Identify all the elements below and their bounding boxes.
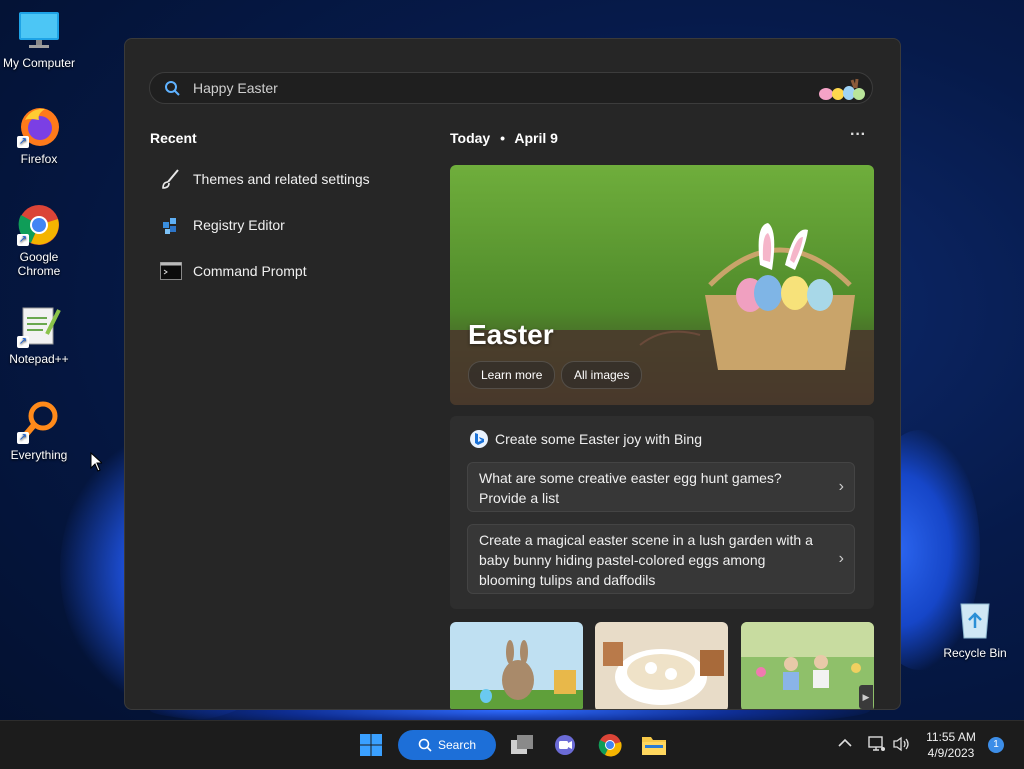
scroll-right-button[interactable]: ▶ bbox=[859, 685, 873, 709]
recent-item-themes[interactable]: Themes and related settings bbox=[159, 165, 409, 193]
recent-item-command-prompt[interactable]: Command Prompt bbox=[159, 257, 409, 285]
hero-title: Easter bbox=[468, 319, 554, 350]
brush-icon bbox=[159, 168, 183, 190]
taskbar: Search 11:55 AM 4/9/2023 1 bbox=[0, 720, 1024, 769]
desktop-icon-label: Google Chrome bbox=[17, 250, 61, 278]
bing-heading-text: Create some Easter joy with Bing bbox=[495, 431, 702, 447]
cmd-icon bbox=[159, 260, 183, 282]
chevron-up-icon bbox=[838, 738, 852, 747]
shortcut-arrow-icon: ↗ bbox=[17, 136, 29, 148]
desktop-icon-firefox[interactable]: ↗ Firefox bbox=[0, 104, 78, 166]
task-view-icon bbox=[511, 735, 533, 754]
bing-prompt-1[interactable]: What are some creative easter egg hunt g… bbox=[467, 462, 855, 512]
search-icon bbox=[165, 81, 180, 96]
today-header: Today • April 9 bbox=[450, 130, 558, 146]
file-explorer-button[interactable] bbox=[638, 729, 670, 761]
monitor-icon bbox=[17, 8, 61, 52]
search-icon bbox=[418, 738, 432, 752]
bing-logo-icon bbox=[470, 430, 488, 448]
bing-heading: Create some Easter joy with Bing bbox=[470, 430, 702, 448]
search-input[interactable]: Happy Easter bbox=[149, 72, 873, 104]
today-separator: • bbox=[500, 130, 505, 146]
chat-icon bbox=[555, 735, 575, 755]
desktop-icon-label: Notepad++ bbox=[9, 352, 69, 366]
taskbar-search-button[interactable]: Search bbox=[398, 730, 496, 760]
all-images-button[interactable]: All images bbox=[561, 361, 643, 389]
task-view-button[interactable] bbox=[506, 729, 538, 761]
desktop-icon-notepadpp[interactable]: ↗ Notepad++ bbox=[0, 304, 78, 366]
kids-garden-image bbox=[741, 622, 874, 709]
chevron-right-icon: › bbox=[838, 478, 844, 495]
taskbar-search-label: Search bbox=[437, 738, 477, 752]
start-button[interactable] bbox=[355, 729, 387, 761]
search-value: Happy Easter bbox=[193, 80, 278, 96]
easter-hero-card[interactable]: Easter Learn more All images bbox=[450, 165, 874, 405]
chevron-right-icon: › bbox=[838, 550, 844, 567]
speaker-icon bbox=[893, 736, 909, 752]
recent-item-registry-editor[interactable]: Registry Editor bbox=[159, 211, 409, 239]
registry-icon bbox=[159, 214, 183, 236]
desktop-icon-label: Firefox bbox=[20, 152, 58, 166]
teams-chat-button[interactable] bbox=[549, 729, 581, 761]
recent-item-label: Themes and related settings bbox=[193, 171, 370, 187]
bing-prompt-2[interactable]: Create a magical easter scene in a lush … bbox=[467, 524, 855, 594]
desktop-icon-label: Recycle Bin bbox=[943, 646, 1007, 660]
folder-icon bbox=[642, 737, 666, 755]
show-hidden-icons-button[interactable] bbox=[838, 735, 852, 751]
chrome-icon bbox=[598, 734, 622, 757]
network-icon bbox=[868, 736, 885, 751]
today-date: April 9 bbox=[514, 130, 558, 146]
clock-date: 4/9/2023 bbox=[927, 746, 975, 760]
search-panel: Happy Easter Recent Themes and related s… bbox=[124, 38, 901, 710]
recent-heading: Recent bbox=[150, 130, 197, 146]
image-thumbnail-bunny[interactable] bbox=[450, 622, 583, 709]
desktop-icon-recycle-bin[interactable]: Recycle Bin bbox=[936, 598, 1014, 660]
desktop-icon-my-computer[interactable]: My Computer bbox=[0, 8, 78, 70]
mouse-cursor-icon bbox=[90, 452, 102, 472]
bunny-image bbox=[450, 622, 583, 709]
chrome-icon: ↗ bbox=[17, 202, 61, 246]
today-label: Today bbox=[450, 130, 491, 146]
easter-eggs-icon bbox=[819, 78, 865, 100]
image-thumbnail-soup[interactable] bbox=[595, 622, 728, 709]
firefox-icon: ↗ bbox=[17, 104, 61, 148]
desktop-icon-chrome[interactable]: ↗ Google Chrome bbox=[0, 202, 78, 278]
recycle-bin-icon bbox=[953, 598, 997, 642]
prompt-text: What are some creative easter egg hunt g… bbox=[479, 470, 782, 506]
volume-button[interactable] bbox=[892, 736, 912, 755]
desktop-icon-label: Everything bbox=[10, 448, 68, 462]
recent-item-label: Command Prompt bbox=[193, 263, 307, 279]
shortcut-arrow-icon: ↗ bbox=[17, 432, 29, 444]
more-options-button[interactable]: ··· bbox=[847, 126, 869, 148]
clock[interactable]: 11:55 AM 4/9/2023 bbox=[918, 729, 984, 761]
notepadpp-icon: ↗ bbox=[17, 304, 61, 348]
network-button[interactable] bbox=[868, 736, 886, 755]
learn-more-button[interactable]: Learn more bbox=[468, 361, 556, 389]
bing-suggestions-card: Create some Easter joy with Bing What ar… bbox=[450, 416, 874, 609]
desktop-icon-everything[interactable]: ↗ Everything bbox=[0, 400, 78, 462]
clock-time: 11:55 AM bbox=[926, 730, 976, 744]
windows-logo-icon bbox=[360, 734, 382, 756]
notification-badge[interactable]: 1 bbox=[988, 737, 1004, 753]
shortcut-arrow-icon: ↗ bbox=[17, 234, 29, 246]
image-thumbnail-kids-garden[interactable] bbox=[741, 622, 874, 709]
chrome-taskbar-button[interactable] bbox=[594, 729, 626, 761]
everything-search-icon: ↗ bbox=[17, 400, 61, 444]
easter-soup-image bbox=[595, 622, 728, 709]
prompt-text: Create a magical easter scene in a lush … bbox=[479, 532, 813, 588]
desktop-icon-label: My Computer bbox=[2, 56, 76, 70]
recent-item-label: Registry Editor bbox=[193, 217, 285, 233]
shortcut-arrow-icon: ↗ bbox=[17, 336, 29, 348]
